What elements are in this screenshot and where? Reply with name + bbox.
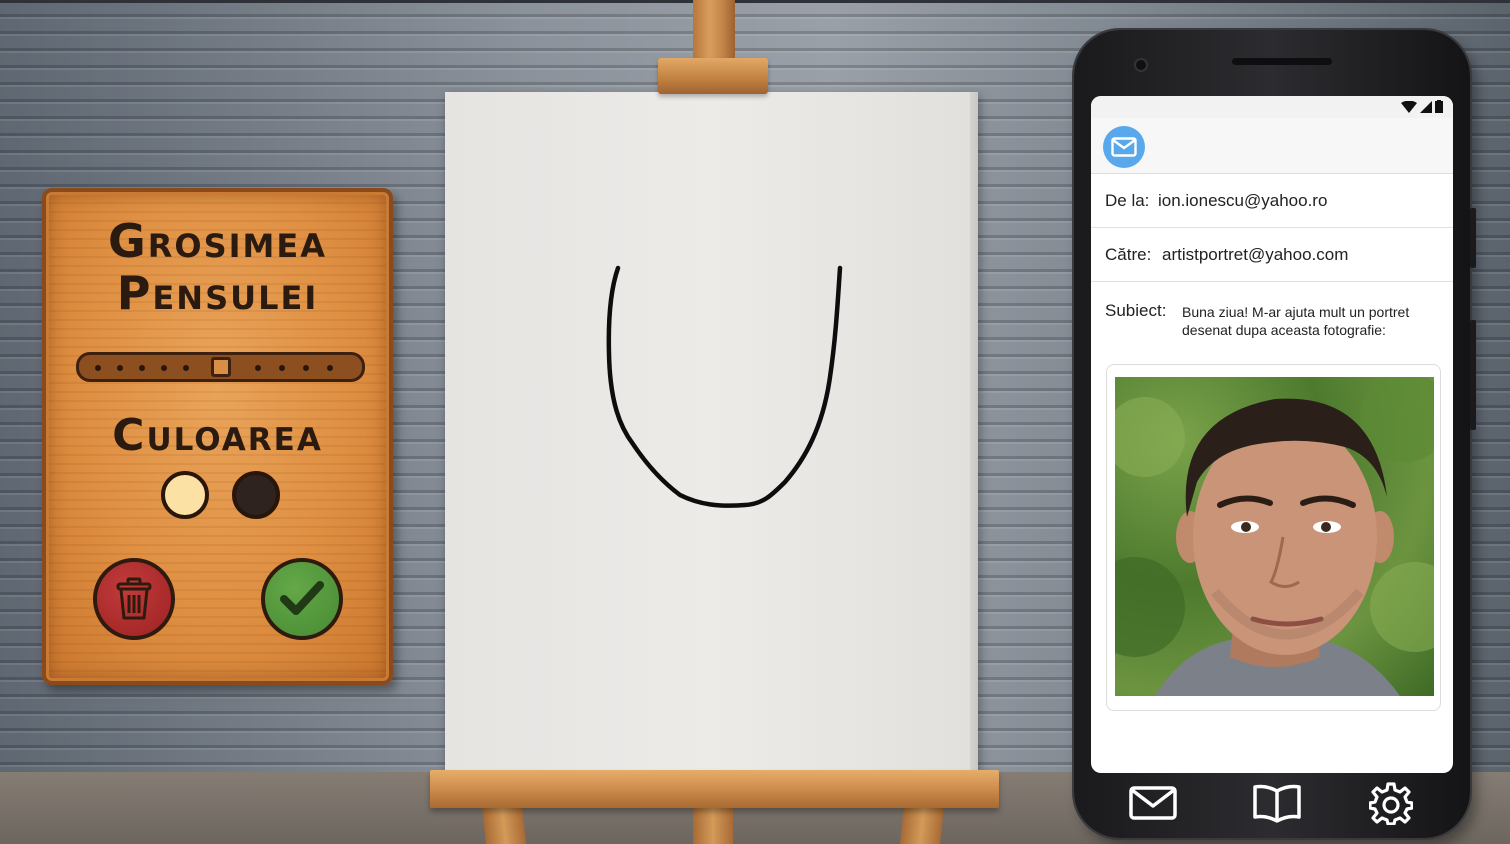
brush-size-title-line1: Grosimea	[107, 214, 328, 268]
slider-tick	[279, 365, 285, 371]
phone-nav-bar	[1091, 773, 1453, 831]
phone-screen: De la: ion.ionescu@yahoo.ro Către: artis…	[1091, 96, 1453, 773]
phone-speaker	[1232, 58, 1332, 65]
mail-icon[interactable]	[1128, 781, 1178, 825]
drawing-canvas[interactable]	[445, 92, 978, 772]
slider-tick	[117, 365, 123, 371]
phone-camera	[1134, 58, 1148, 72]
slider-tick	[255, 365, 261, 371]
brush-size-slider[interactable]	[76, 352, 365, 382]
color-title: Culoarea	[112, 410, 323, 461]
gear-icon[interactable]	[1366, 781, 1416, 825]
signal-icon	[1420, 101, 1432, 113]
trash-icon	[116, 577, 152, 620]
phone-volume-button	[1470, 208, 1476, 268]
email-to-row: Către: artistportret@yahoo.com	[1091, 228, 1453, 282]
checkmark-icon	[280, 581, 324, 615]
slider-knob[interactable]	[211, 357, 231, 377]
color-swatch-light[interactable]	[161, 471, 209, 519]
from-value: ion.ionescu@yahoo.ro	[1158, 191, 1328, 210]
email-from-row: De la: ion.ionescu@yahoo.ro	[1091, 174, 1453, 228]
wifi-icon	[1401, 101, 1417, 113]
slider-tick	[327, 365, 333, 371]
ceiling-edge	[0, 0, 1510, 3]
to-value: artistportret@yahoo.com	[1162, 245, 1349, 264]
envelope-icon[interactable]	[1103, 126, 1145, 168]
slider-tick	[95, 365, 101, 371]
email-attachment[interactable]	[1106, 364, 1441, 711]
delete-button[interactable]	[93, 558, 175, 640]
subject-text: Buna ziua! M-ar ajuta mult un portret de…	[1182, 304, 1410, 338]
brush-tool-panel: Grosimea Pensulei Culoarea	[42, 188, 393, 685]
email-app-bar	[1091, 118, 1453, 174]
brush-size-title-line2: Pensulei	[116, 266, 319, 320]
slider-tick	[139, 365, 145, 371]
easel-clamp	[658, 58, 768, 94]
battery-icon	[1435, 100, 1443, 113]
drawn-stroke	[606, 265, 843, 508]
subject-label: Subiect:	[1105, 301, 1167, 320]
from-label: De la:	[1105, 191, 1150, 210]
portrait-photo	[1115, 377, 1434, 696]
slider-tick	[161, 365, 167, 371]
easel-tray	[430, 770, 999, 808]
status-bar	[1091, 96, 1453, 118]
confirm-button[interactable]	[261, 558, 343, 640]
color-swatch-dark[interactable]	[232, 471, 280, 519]
slider-tick	[303, 365, 309, 371]
phone-power-button	[1470, 320, 1476, 430]
to-label: Către:	[1105, 245, 1152, 264]
book-icon[interactable]	[1252, 781, 1302, 825]
slider-tick	[183, 365, 189, 371]
